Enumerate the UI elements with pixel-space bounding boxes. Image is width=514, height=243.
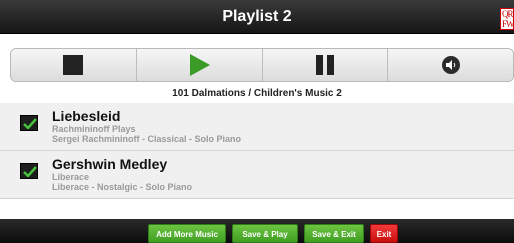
checkmark-icon <box>23 118 37 129</box>
save-and-play-button[interactable]: Save & Play <box>232 224 298 243</box>
add-more-music-button[interactable]: Add More Music <box>148 224 226 243</box>
item-artist: Liberace <box>52 172 90 182</box>
item-details: Sergei Rachmininoff - Classical - Solo P… <box>52 134 242 144</box>
play-icon <box>190 54 211 76</box>
item-checkbox[interactable] <box>20 163 38 179</box>
volume-icon <box>441 56 460 74</box>
pause-button[interactable] <box>262 49 389 81</box>
app-logo: QR FW <box>500 8 514 30</box>
playlist-list: Liebesleid Rachmininoff Plays Sergei Rac… <box>0 103 514 199</box>
pause-icon <box>314 55 336 75</box>
item-details: Liberace - Nostalgic - Solo Piano <box>52 182 193 192</box>
stop-button[interactable] <box>11 49 137 81</box>
exit-button[interactable]: Exit <box>370 224 398 243</box>
list-item[interactable]: Gershwin Medley Liberace Liberace - Nost… <box>0 151 514 199</box>
stop-icon <box>63 55 84 75</box>
save-and-exit-button[interactable]: Save & Exit <box>304 224 364 243</box>
item-checkbox[interactable] <box>20 115 38 131</box>
item-title: Liebesleid <box>52 108 121 124</box>
now-playing-label: 101 Dalmations / Children's Music 2 <box>172 88 342 99</box>
item-title: Gershwin Medley <box>52 156 168 172</box>
volume-button[interactable] <box>388 49 513 81</box>
list-item[interactable]: Liebesleid Rachmininoff Plays Sergei Rac… <box>0 103 514 151</box>
page-title: Playlist 2 <box>222 8 292 25</box>
play-button[interactable] <box>136 49 263 81</box>
title-bar: Playlist 2 QR FW <box>0 0 514 34</box>
item-artist: Rachmininoff Plays <box>52 124 136 134</box>
footer-toolbar: Add More Music Save & Play Save & Exit E… <box>0 219 514 243</box>
playback-controls <box>10 48 514 82</box>
checkmark-icon <box>23 166 37 177</box>
